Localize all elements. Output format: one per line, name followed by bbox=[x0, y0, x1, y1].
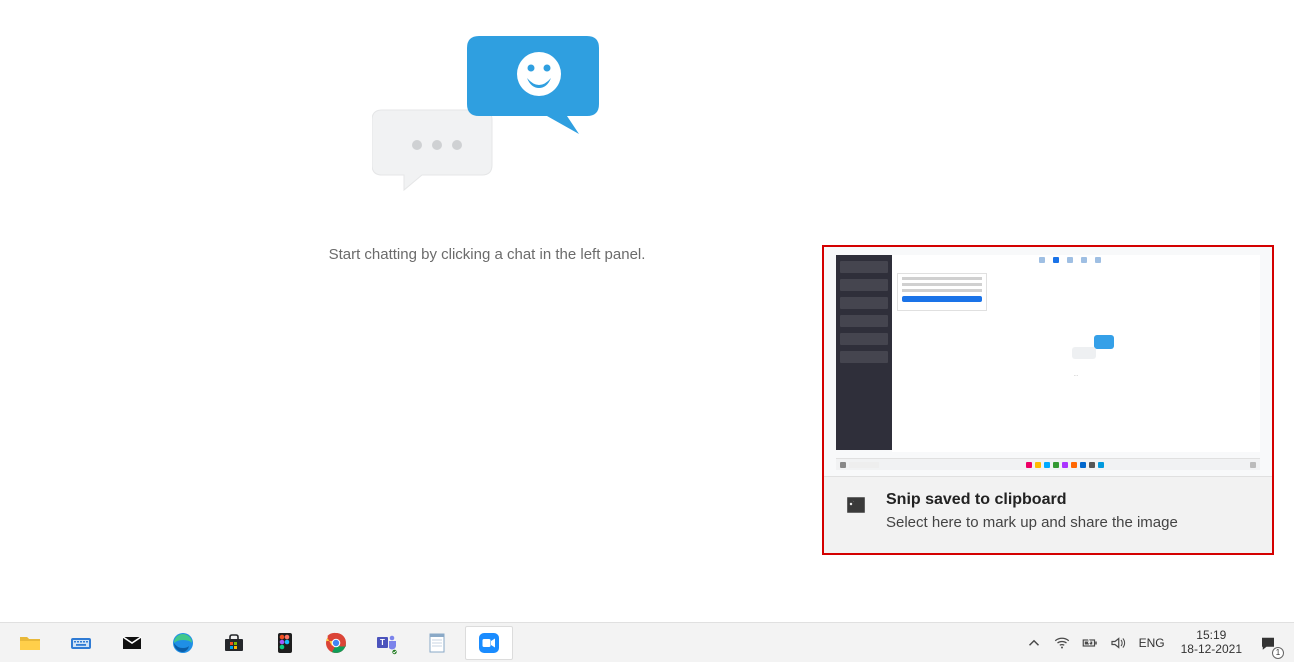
battery-icon[interactable] bbox=[1079, 632, 1101, 654]
taskbar-microsoft-store[interactable] bbox=[210, 626, 258, 660]
mail-icon bbox=[120, 631, 144, 655]
taskbar-notepad[interactable] bbox=[414, 626, 462, 660]
taskbar-figma[interactable] bbox=[261, 626, 309, 660]
taskbar-screenkey[interactable] bbox=[57, 626, 105, 660]
taskbar-zoom[interactable] bbox=[465, 626, 513, 660]
teams-icon: T bbox=[375, 631, 399, 655]
clock[interactable]: 15:19 18-12-2021 bbox=[1175, 629, 1248, 655]
action-center[interactable]: 1 bbox=[1254, 629, 1282, 657]
chrome-icon bbox=[324, 631, 348, 655]
system-tray: ENG 15:19 18-12-2021 1 bbox=[1023, 629, 1288, 657]
snip-text: Snip saved to clipboard Select here to m… bbox=[886, 491, 1178, 533]
taskbar-edge[interactable] bbox=[159, 626, 207, 660]
figma-icon bbox=[273, 631, 297, 655]
thumb-body: ··· bbox=[892, 255, 1260, 452]
snip-app-icon bbox=[844, 493, 868, 533]
snip-notification[interactable]: ··· Snip saved to clipboard Select here … bbox=[822, 245, 1274, 555]
notification-count-badge: 1 bbox=[1272, 647, 1284, 659]
snip-title: Snip saved to clipboard bbox=[886, 491, 1178, 509]
thumb-taskbar bbox=[836, 458, 1260, 470]
language-indicator[interactable]: ENG bbox=[1135, 636, 1169, 650]
store-icon bbox=[222, 631, 246, 655]
taskbar-teams[interactable]: T bbox=[363, 626, 411, 660]
clock-time: 15:19 bbox=[1181, 629, 1242, 642]
chat-bubble-front-icon bbox=[467, 30, 607, 140]
chat-illustration bbox=[372, 30, 602, 200]
snip-description: Select here to mark up and share the ima… bbox=[886, 513, 1178, 533]
empty-chat-hint-text: Start chatting by clicking a chat in the… bbox=[329, 246, 646, 263]
notepad-icon bbox=[426, 631, 450, 655]
zoom-icon bbox=[477, 631, 501, 655]
taskbar-chrome[interactable] bbox=[312, 626, 360, 660]
edge-icon bbox=[171, 631, 195, 655]
tray-chevron-up-icon[interactable] bbox=[1023, 632, 1045, 654]
taskbar-mail[interactable] bbox=[108, 626, 156, 660]
folder-icon bbox=[18, 631, 42, 655]
taskbar-file-explorer[interactable] bbox=[6, 626, 54, 660]
volume-icon[interactable] bbox=[1107, 632, 1129, 654]
svg-text:T: T bbox=[380, 638, 385, 647]
keyboard-icon bbox=[69, 631, 93, 655]
clock-date: 18-12-2021 bbox=[1181, 643, 1242, 656]
taskbar-apps: T bbox=[6, 626, 513, 660]
taskbar: T bbox=[0, 622, 1294, 662]
snip-thumbnail: ··· bbox=[824, 247, 1272, 477]
snip-body[interactable]: Snip saved to clipboard Select here to m… bbox=[824, 477, 1272, 553]
wifi-icon[interactable] bbox=[1051, 632, 1073, 654]
thumb-sidebar bbox=[836, 255, 892, 450]
